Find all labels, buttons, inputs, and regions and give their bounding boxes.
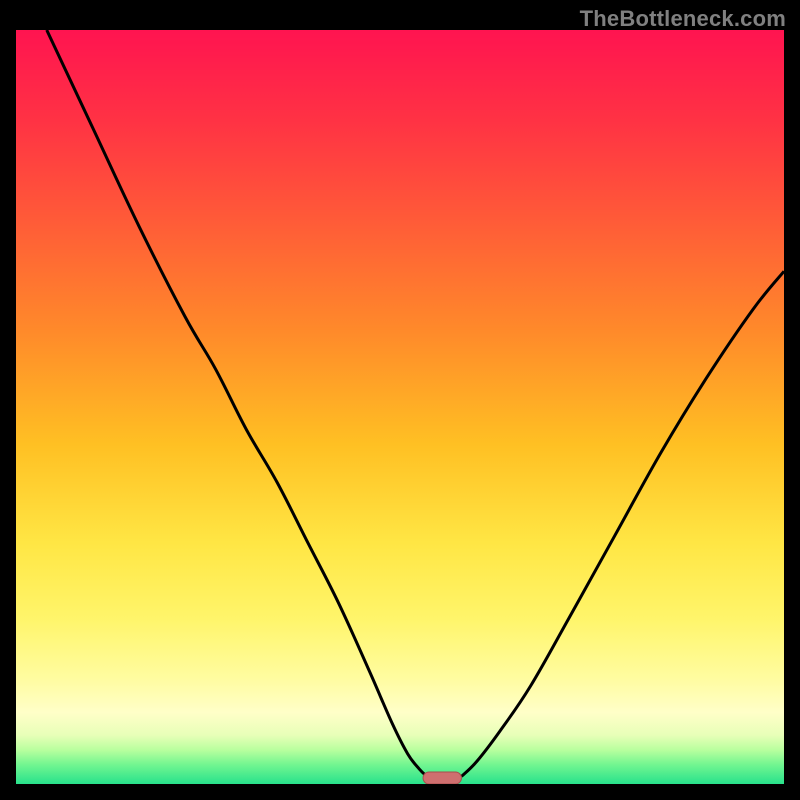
bottleneck-chart bbox=[16, 30, 784, 784]
plot-frame bbox=[16, 30, 784, 784]
watermark-text: TheBottleneck.com bbox=[580, 6, 786, 32]
minimum-marker bbox=[423, 772, 461, 784]
chart-container: TheBottleneck.com bbox=[0, 0, 800, 800]
gradient-background bbox=[16, 30, 784, 784]
